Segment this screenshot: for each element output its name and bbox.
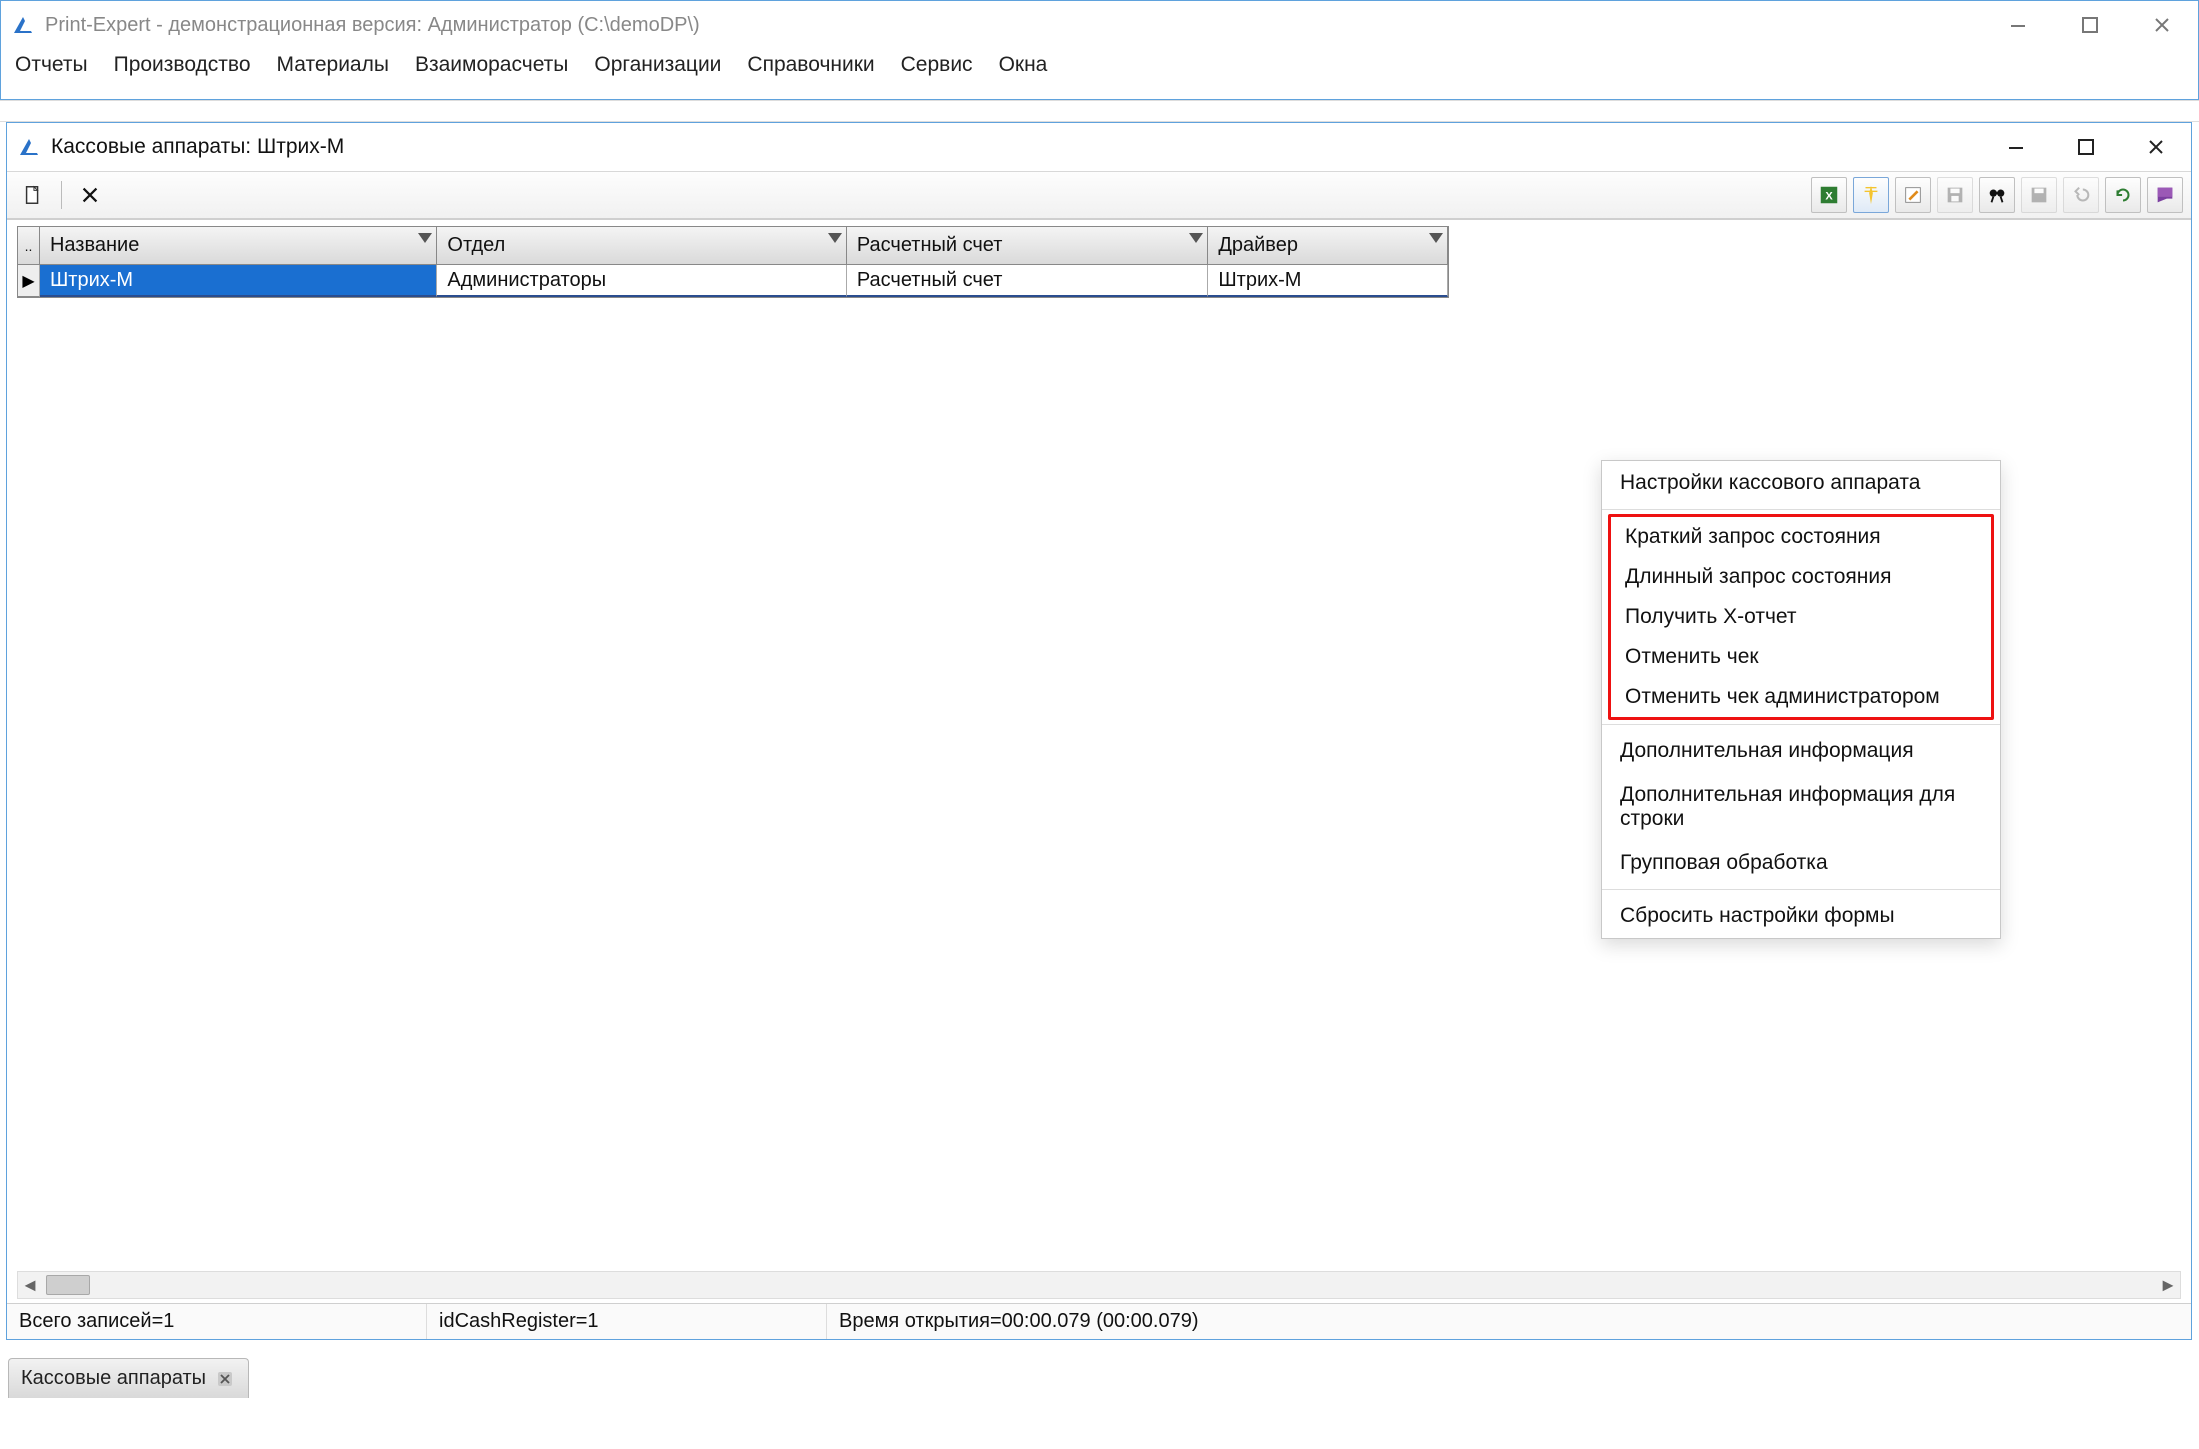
filter-dropdown-icon[interactable] — [1189, 233, 1203, 243]
main-maximize-button[interactable] — [2054, 1, 2126, 49]
ctx-highlight-group: Краткий запрос состояния Длинный запрос … — [1608, 514, 1994, 720]
menu-references[interactable]: Справочники — [747, 53, 874, 77]
horizontal-scrollbar[interactable]: ◄ ► — [17, 1271, 2181, 1299]
obscured-breadcrumb — [0, 100, 2199, 122]
blank-area — [0, 1398, 2199, 1449]
child-titlebar[interactable]: Кассовые аппараты: Штрих-М — [7, 123, 2191, 171]
menu-service[interactable]: Сервис — [901, 53, 973, 77]
ctx-extra-info[interactable]: Дополнительная информация — [1602, 729, 2000, 773]
menu-materials[interactable]: Материалы — [277, 53, 389, 77]
help-button[interactable] — [2147, 177, 2183, 213]
row-marker-header[interactable]: .. — [18, 227, 40, 265]
ctx-cancel-check[interactable]: Отменить чек — [1611, 637, 1991, 677]
menu-separator — [1602, 509, 2000, 510]
ctx-batch[interactable]: Групповая обработка — [1602, 841, 2000, 885]
column-dept-label: Отдел — [447, 234, 505, 257]
column-driver-header[interactable]: Драйвер — [1208, 227, 1448, 265]
gap — [0, 1340, 2199, 1350]
filter-dropdown-icon[interactable] — [1429, 233, 1443, 243]
scroll-left-icon[interactable]: ◄ — [18, 1275, 42, 1296]
status-idreg: idCashRegister=1 — [427, 1304, 827, 1339]
menu-windows[interactable]: Окна — [999, 53, 1048, 77]
main-close-button[interactable] — [2126, 1, 2198, 49]
menu-reports[interactable]: Отчеты — [15, 53, 88, 77]
child-close-button[interactable] — [2121, 123, 2191, 171]
menu-settlements[interactable]: Взаиморасчеты — [415, 53, 568, 77]
child-status-bar: Всего записей=1 idCashRegister=1 Время о… — [7, 1303, 2191, 1339]
cash-registers-grid[interactable]: .. Название Отдел Расчетный счет Драйвер… — [17, 226, 1449, 298]
main-window: Print-Expert - демонстрационная версия: … — [0, 0, 2199, 100]
actions-menu-button[interactable] — [1853, 177, 1889, 213]
filter-dropdown-icon[interactable] — [828, 233, 842, 243]
find-button[interactable] — [1979, 177, 2015, 213]
column-acct-label: Расчетный счет — [857, 234, 1003, 257]
tab-close-button[interactable] — [214, 1368, 236, 1390]
menu-separator — [1602, 724, 2000, 725]
ctx-long-status[interactable]: Длинный запрос состояния — [1611, 557, 1991, 597]
ctx-reset-form[interactable]: Сбросить настройки формы — [1602, 894, 2000, 938]
column-acct-header[interactable]: Расчетный счет — [847, 227, 1209, 265]
main-minimize-button[interactable] — [1982, 1, 2054, 49]
cell-name[interactable]: Штрих-М — [40, 265, 437, 297]
status-open: Время открытия=00:00.079 (00:00.079) — [827, 1304, 2191, 1339]
scroll-thumb[interactable] — [46, 1275, 90, 1295]
column-driver-label: Драйвер — [1218, 234, 1298, 257]
child-maximize-button[interactable] — [2051, 123, 2121, 171]
svg-text:X: X — [1825, 191, 1833, 203]
child-toolbar: X — [7, 171, 2191, 219]
status-total: Всего записей=1 — [7, 1304, 427, 1339]
new-record-button[interactable] — [15, 177, 51, 213]
menu-separator — [1602, 889, 2000, 890]
ctx-cancel-check-admin[interactable]: Отменить чек администратором — [1611, 677, 1991, 717]
child-minimize-button[interactable] — [1981, 123, 2051, 171]
mdi-tab-cash-registers[interactable]: Кассовые аппараты — [8, 1358, 249, 1398]
ctx-extra-info-row[interactable]: Дополнительная информация для строки — [1602, 773, 2000, 841]
refresh-button[interactable] — [2105, 177, 2141, 213]
mdi-tab-bar: Кассовые аппараты — [0, 1350, 2199, 1398]
ctx-short-status[interactable]: Краткий запрос состояния — [1611, 517, 1991, 557]
delete-record-button[interactable] — [72, 177, 108, 213]
cell-acct[interactable]: Расчетный счет — [847, 265, 1209, 297]
column-dept-header[interactable]: Отдел — [437, 227, 846, 265]
save-all-button[interactable] — [2021, 177, 2057, 213]
main-titlebar[interactable]: Print-Expert - демонстрационная версия: … — [1, 1, 2198, 49]
main-window-title: Print-Expert - демонстрационная версия: … — [45, 14, 1982, 37]
grid-area: .. Название Отдел Расчетный счет Драйвер… — [7, 219, 2191, 1303]
filter-dropdown-icon[interactable] — [418, 233, 432, 243]
save-button[interactable] — [1937, 177, 1973, 213]
column-name-label: Название — [50, 234, 139, 257]
app-icon — [11, 13, 35, 37]
main-menu-bar: Отчеты Производство Материалы Взаиморасч… — [1, 49, 2198, 85]
mdi-tab-label: Кассовые аппараты — [21, 1367, 206, 1390]
menu-organizations[interactable]: Организации — [594, 53, 721, 77]
export-excel-button[interactable]: X — [1811, 177, 1847, 213]
table-row[interactable]: ▶ Штрих-М Администраторы Расчетный счет … — [18, 265, 1448, 297]
column-name-header[interactable]: Название — [40, 227, 437, 265]
app-icon — [17, 135, 41, 159]
ctx-x-report[interactable]: Получить X-отчет — [1611, 597, 1991, 637]
grid-header: .. Название Отдел Расчетный счет Драйвер — [18, 227, 1448, 265]
child-window-title: Кассовые аппараты: Штрих-М — [51, 135, 1981, 159]
cell-dept[interactable]: Администраторы — [437, 265, 846, 297]
context-menu: Настройки кассового аппарата Краткий зап… — [1601, 460, 2001, 939]
cell-driver[interactable]: Штрих-М — [1208, 265, 1448, 297]
ctx-settings[interactable]: Настройки кассового аппарата — [1602, 461, 2000, 505]
edit-button[interactable] — [1895, 177, 1931, 213]
row-indicator-icon: ▶ — [18, 265, 40, 297]
undo-button[interactable] — [2063, 177, 2099, 213]
cash-registers-window: Кассовые аппараты: Штрих-М — [6, 122, 2192, 1340]
menu-production[interactable]: Производство — [114, 53, 251, 77]
toolbar-separator — [61, 181, 62, 209]
scroll-right-icon[interactable]: ► — [2156, 1275, 2180, 1296]
